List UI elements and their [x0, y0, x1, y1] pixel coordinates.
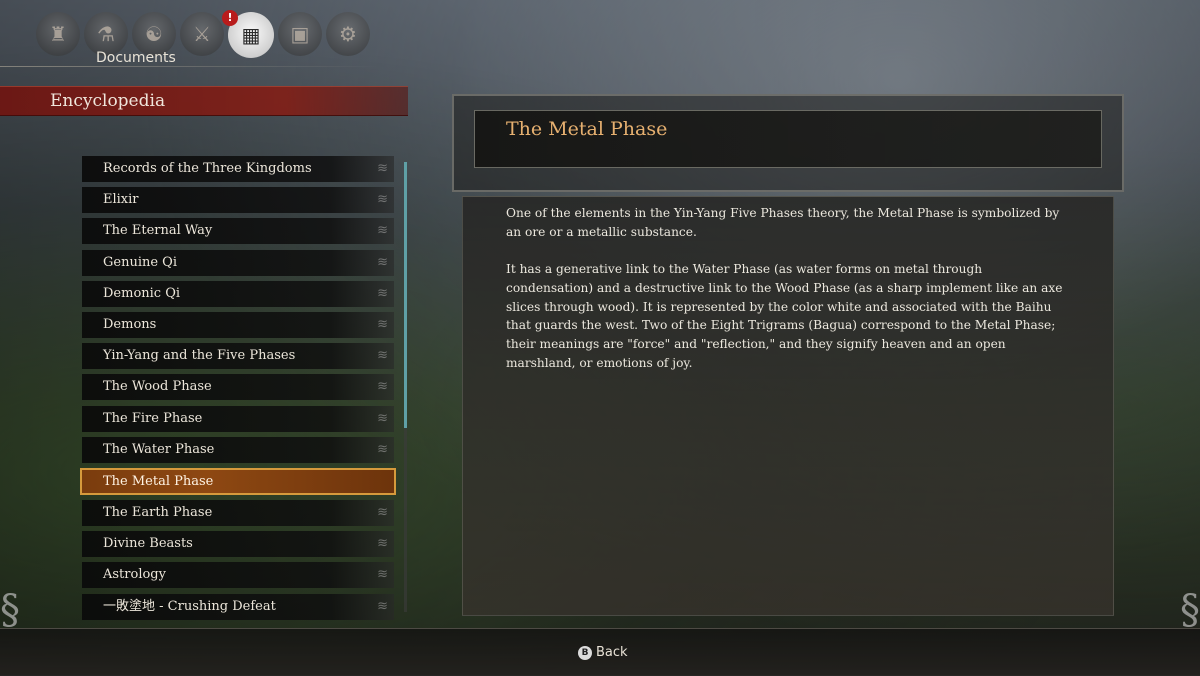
brush-stroke-icon: ≋: [377, 192, 388, 208]
list-item[interactable]: Astrology ≋: [82, 562, 394, 589]
list-item-label: Astrology: [103, 567, 166, 583]
brush-stroke-icon: ≋: [377, 316, 388, 332]
sword-icon[interactable]: ⚔: [180, 12, 224, 56]
list-item[interactable]: The Metal Phase: [80, 467, 396, 495]
document-list: Records of the Three Kingdoms ≋ Elixir ≋ The…: [80, 156, 396, 625]
gear-icon[interactable]: ⚙: [326, 12, 370, 56]
list-item-label: Genuine Qi: [103, 254, 177, 270]
list-item-label: The Eternal Way: [103, 223, 213, 239]
list-item[interactable]: 一敗塗地 - Crushing Defeat ≋: [82, 593, 394, 620]
category-title: Encyclopedia: [50, 91, 166, 111]
brush-stroke-icon: ≋: [377, 285, 388, 301]
list-item-label: Elixir: [103, 192, 139, 208]
map-icon[interactable]: ▣: [278, 12, 322, 56]
list-item[interactable]: The Fire Phase ≋: [82, 405, 394, 432]
entry-paragraph-2: It has a generative link to the Water Ph…: [506, 262, 1063, 370]
right-corner-ornament-icon: §: [1180, 587, 1200, 633]
list-item-label: Demons: [103, 316, 157, 332]
top-menu: ♜ ⚗ ☯ ⚔ ▦! ▣ ⚙: [36, 10, 370, 62]
brush-stroke-icon: ≋: [377, 254, 388, 270]
list-item-label: The Water Phase: [103, 441, 215, 457]
warrior-icon[interactable]: ♜: [36, 12, 80, 56]
list-item-label: The Fire Phase: [103, 410, 203, 426]
entry-title: The Metal Phase: [506, 118, 668, 140]
list-item-label: The Wood Phase: [103, 379, 212, 395]
list-item-label: Records of the Three Kingdoms: [103, 161, 312, 176]
list-item[interactable]: Demonic Qi ≋: [82, 280, 394, 307]
list-item[interactable]: Elixir ≋: [82, 187, 394, 214]
category-header: Encyclopedia: [0, 86, 408, 116]
brush-stroke-icon: ≋: [377, 536, 388, 552]
list-item-label: Yin-Yang and the Five Phases: [103, 348, 296, 364]
list-scrollbar[interactable]: [404, 162, 407, 612]
b-button-icon: B: [578, 645, 592, 660]
list-item[interactable]: Records of the Three Kingdoms ≋: [82, 156, 394, 182]
list-item-label: Divine Beasts: [103, 536, 193, 552]
active-menu-label: Documents: [96, 50, 176, 66]
documents-icon[interactable]: ▦!: [222, 10, 274, 58]
brush-stroke-icon: ≋: [377, 348, 388, 364]
brush-stroke-icon: ≋: [377, 598, 388, 614]
brush-stroke-icon: ≋: [377, 567, 388, 583]
left-corner-ornament-icon: §: [0, 587, 20, 633]
scrollbar-thumb[interactable]: [404, 162, 407, 428]
list-item[interactable]: Genuine Qi ≋: [82, 249, 394, 276]
brush-stroke-icon: ≋: [377, 379, 388, 395]
list-item[interactable]: Yin-Yang and the Five Phases ≋: [82, 343, 394, 370]
list-item[interactable]: The Earth Phase ≋: [82, 500, 394, 527]
entry-paragraph-1: One of the elements in the Yin-Yang Five…: [506, 206, 1060, 239]
list-item[interactable]: Demons ≋: [82, 311, 394, 338]
brush-stroke-icon: ≋: [377, 505, 388, 521]
list-item-label: The Metal Phase: [103, 473, 214, 489]
list-item[interactable]: Divine Beasts ≋: [82, 531, 394, 558]
brush-stroke-icon: ≋: [377, 161, 388, 176]
brush-stroke-icon: ≋: [377, 410, 388, 426]
brush-stroke-icon: ≋: [377, 223, 388, 239]
list-item-label: Demonic Qi: [103, 285, 181, 301]
list-item[interactable]: The Water Phase ≋: [82, 436, 394, 463]
list-item[interactable]: The Eternal Way ≋: [82, 218, 394, 245]
top-divider: [0, 66, 380, 67]
list-item-label: The Earth Phase: [103, 505, 213, 521]
back-button[interactable]: B Back: [578, 645, 628, 660]
list-item[interactable]: The Wood Phase ≋: [82, 374, 394, 401]
entry-body-panel: [462, 196, 1114, 616]
brush-stroke-icon: ≋: [377, 441, 388, 457]
list-item-label: 一敗塗地 - Crushing Defeat: [103, 598, 276, 614]
back-label: Back: [596, 645, 628, 660]
notification-badge: !: [222, 10, 238, 26]
